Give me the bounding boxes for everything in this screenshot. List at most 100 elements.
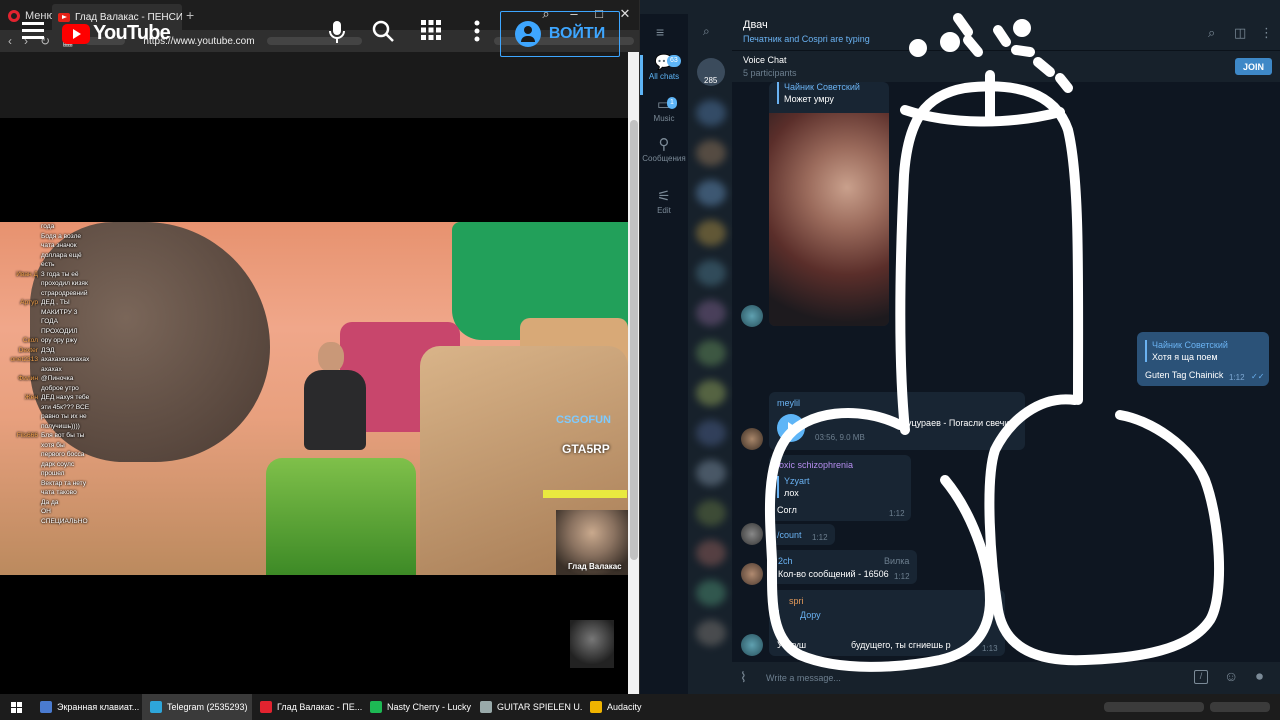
play-button[interactable] <box>777 414 805 442</box>
scrollbar-thumb[interactable] <box>630 120 638 560</box>
taskbar-item[interactable]: Глад Валакас - ПЕ... <box>252 694 362 720</box>
telegram-titlebar <box>640 0 1280 14</box>
taskbar-item[interactable]: Экранная клавиат... <box>32 694 142 720</box>
search-icon[interactable] <box>370 20 396 48</box>
chat-overlay-message: ДЕД нахуя тебе <box>41 394 90 401</box>
emoji-icon[interactable]: ☺ <box>1224 668 1238 684</box>
audio-meta: 03:56, 9.0 MB <box>815 433 865 442</box>
folder-messages[interactable]: ⚲ Сообщения <box>640 136 688 164</box>
menu-icon[interactable]: ≡ <box>656 24 664 40</box>
chat-overlay-message: ахахах <box>41 365 62 373</box>
chat-overlay-nick <box>4 450 38 460</box>
sign-in-button[interactable]: ВОЙТИ <box>500 11 620 57</box>
read-checkmarks-icon: ✓✓ <box>1251 372 1265 381</box>
sender-avatar[interactable] <box>741 634 763 656</box>
sender-avatar[interactable] <box>741 305 763 327</box>
reply-message[interactable]: spri Дору У птуш будущего, ты сгниешь р … <box>769 590 1005 656</box>
chat-overlay-message: проходил кизяк <box>41 280 88 287</box>
blurred-chat-avatar[interactable] <box>696 140 726 166</box>
bot-commands-icon[interactable]: / <box>1194 670 1208 684</box>
photo-thumbnail[interactable] <box>769 113 889 326</box>
chat-overlay-nick <box>4 260 38 270</box>
start-button[interactable] <box>0 694 32 720</box>
chat-overlay-nick: Жен <box>24 394 38 401</box>
chat-overlay-message: ДЭД <box>41 346 55 354</box>
sender-avatar[interactable] <box>741 563 763 585</box>
back-icon[interactable]: ‹ <box>8 34 12 48</box>
chat-overlay-line: СПЕЦИАЛЬНО <box>4 517 100 527</box>
folder-label: Music <box>653 114 675 123</box>
photo-message[interactable]: Чайник Советский Может умру <box>769 82 889 326</box>
folder-edit[interactable]: ⚟ Edit <box>640 188 688 216</box>
chat-overlay-line: эти 45к??? ВСЕ <box>4 403 100 413</box>
folder-all-chats[interactable]: 💬 63 All chats <box>640 55 688 82</box>
search-chats-icon[interactable]: ⌕ <box>703 24 710 39</box>
taskbar-item-label: Экранная клавиат... <box>57 702 140 712</box>
microphone-icon[interactable]: ⏺ <box>1256 668 1263 685</box>
taskbar-item[interactable]: Nasty Cherry - Lucky <box>362 694 472 720</box>
message-sender: 2ch <box>778 556 793 566</box>
chat-overlay-message: первого босса <box>41 451 85 458</box>
sender-avatar[interactable] <box>741 428 763 450</box>
blurred-chat-avatar[interactable] <box>696 500 726 526</box>
chat-overlay-message: Вектар та нету <box>41 479 87 487</box>
chat-overlay-line: Бодя а возле <box>4 232 100 242</box>
message-text-tail: будущего, ты сгниешь р <box>851 640 951 650</box>
video-player[interactable]: года Бодя а возле чата значок доллара ещё ес… <box>0 222 628 575</box>
more-options-icon[interactable] <box>464 20 490 48</box>
chat-overlay-message: ПРОХОДИЛ <box>41 327 78 335</box>
search-icon[interactable]: ⌕ <box>1208 25 1215 41</box>
blurred-chat-avatar[interactable] <box>696 260 726 286</box>
apps-grid-icon[interactable] <box>418 20 444 46</box>
voice-search-icon[interactable] <box>324 20 350 50</box>
taskbar-items: Экранная клавиат... Telegram (2535293) Гла… <box>32 694 692 720</box>
join-voice-chat-button[interactable]: JOIN <box>1235 58 1272 75</box>
blurred-chat-avatar[interactable] <box>696 180 726 206</box>
blurred-chat-avatar[interactable] <box>696 220 726 246</box>
taskbar-item[interactable]: Telegram (2535293) <box>142 694 252 720</box>
chat-overlay-nick <box>4 308 38 318</box>
chat-title[interactable]: Двач <box>743 19 768 31</box>
command-message[interactable]: /count 1:12 <box>769 524 835 545</box>
blurred-chat-avatar[interactable] <box>696 460 726 486</box>
more-options-icon[interactable]: ⋮ <box>1260 25 1273 41</box>
audio-message[interactable]: meylil уцураев - Погасли свечи 03:56, 9.… <box>769 392 1025 450</box>
chat-overlay-nick <box>4 460 38 470</box>
folder-music[interactable]: ▭ 1 Music <box>640 97 688 124</box>
youtube-logo[interactable]: YouTube <box>62 22 171 45</box>
sidebar-toggle-icon[interactable]: ◫ <box>1234 25 1246 41</box>
chat-overlay-line: чата значок <box>4 241 100 251</box>
sender-avatar[interactable] <box>741 523 763 545</box>
chat-overlay-nick <box>4 279 38 289</box>
chat-overlay-message: @Пиночка <box>41 375 74 382</box>
sliders-icon: ⚟ <box>657 188 671 205</box>
chat-overlay-nick: Филин <box>18 375 38 382</box>
bot-command-link[interactable]: /count <box>777 530 802 540</box>
person-icon: ⚲ <box>658 136 670 153</box>
channel-thumbnail[interactable] <box>570 620 614 668</box>
system-tray <box>1104 694 1280 720</box>
message-input[interactable]: Write a message... <box>766 673 841 683</box>
chat-overlay-message: доброе утро <box>41 384 79 392</box>
blurred-chat-avatar[interactable] <box>696 420 726 446</box>
opera-logo-icon <box>8 10 20 22</box>
blurred-chat-avatar[interactable] <box>696 580 726 606</box>
attach-icon[interactable]: ⌇ <box>740 669 747 686</box>
blurred-chat-avatar[interactable] <box>696 620 726 646</box>
bot-message[interactable]: 2ch Вилка Кол-во сообщений - 16506 1:12 <box>769 550 917 584</box>
taskbar-item[interactable]: GUITAR SPIELEN U... <box>472 694 582 720</box>
reply-message[interactable]: oxic schizophrenia Yzyart лох Согл 1:12 <box>769 455 911 521</box>
youtube-play-logo-icon <box>62 23 90 44</box>
blurred-chat-avatar[interactable] <box>696 100 726 126</box>
taskbar-item[interactable]: Audacity <box>582 694 692 720</box>
chat-overlay-message: хотя бы <box>41 441 65 449</box>
blurred-chat-avatar[interactable] <box>696 340 726 366</box>
app-icon <box>260 701 272 713</box>
blurred-chat-avatar[interactable] <box>696 300 726 326</box>
outgoing-message[interactable]: Чайник Советский Хотя я ща поем Guten Ta… <box>1137 332 1269 386</box>
chat-overlay-line: ГОДА <box>4 317 100 327</box>
blurred-chat-avatar[interactable] <box>696 540 726 566</box>
blurred-chat-avatar[interactable] <box>696 380 726 406</box>
new-tab-button[interactable]: + <box>186 7 194 23</box>
hamburger-menu-icon[interactable] <box>22 22 44 39</box>
